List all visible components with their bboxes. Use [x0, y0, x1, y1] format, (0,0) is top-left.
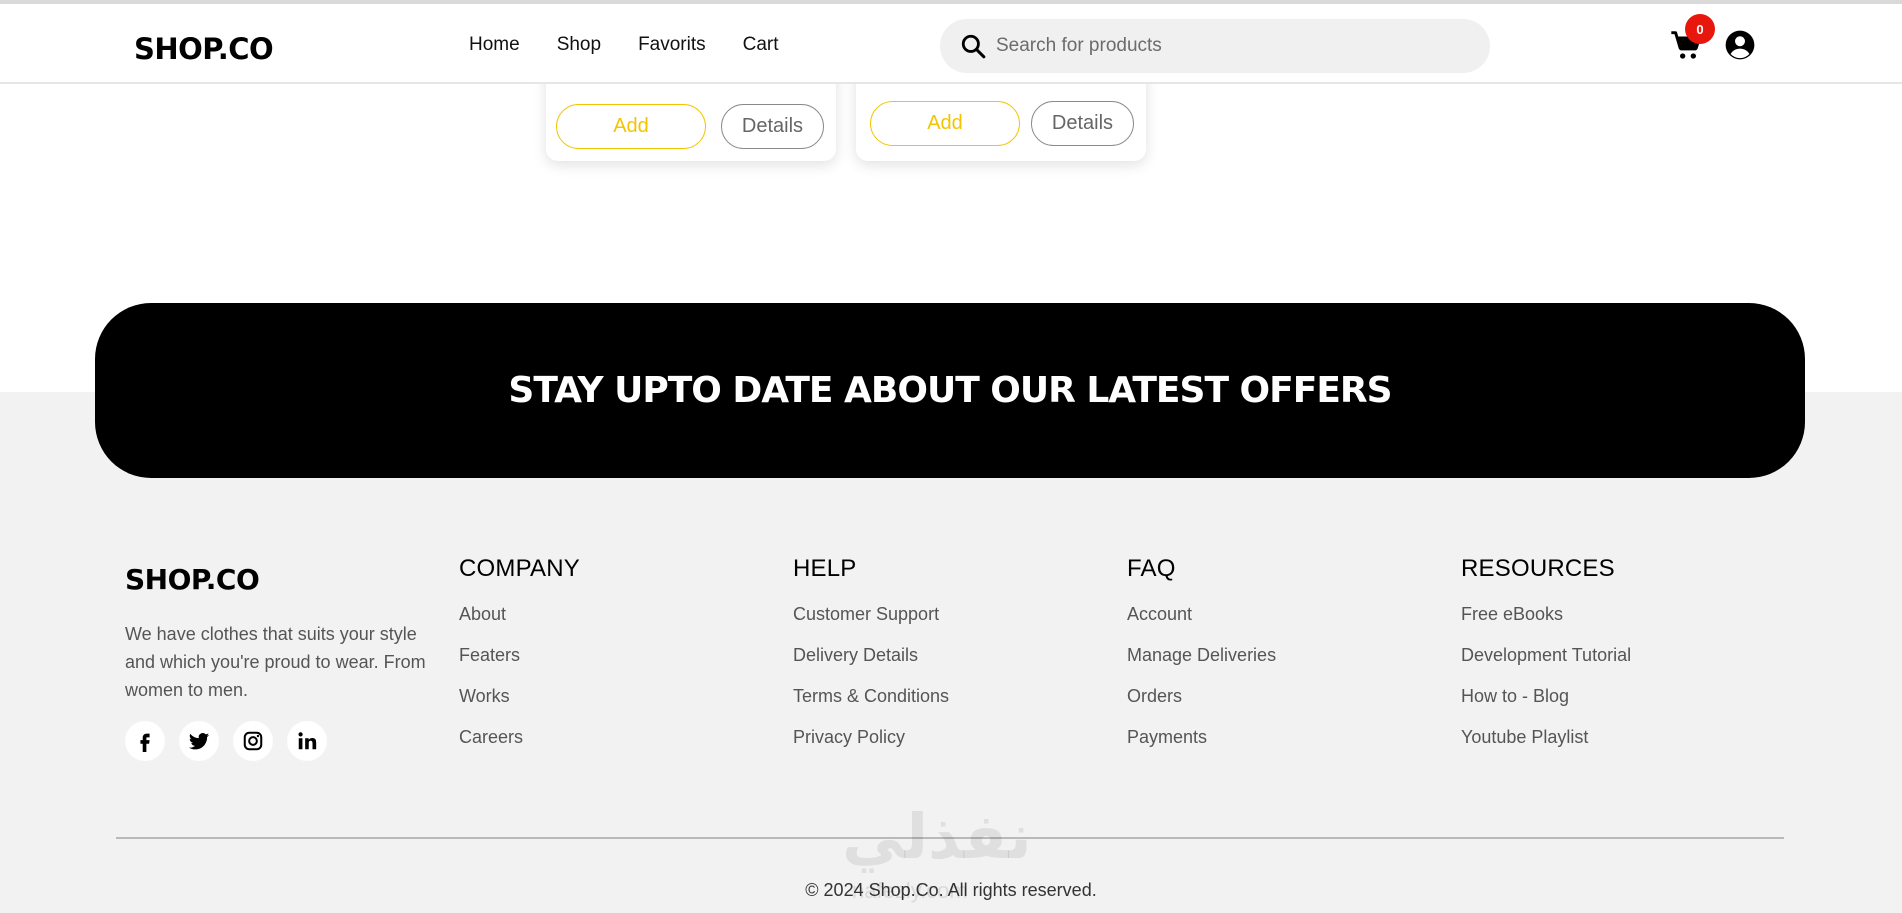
footer-link-how-to-blog[interactable]: How to - Blog: [1461, 685, 1631, 726]
site-header: SHOP.CO Home Shop Favorits Cart 0: [0, 4, 1902, 84]
instagram-icon[interactable]: [233, 721, 273, 761]
footer-link-about[interactable]: About: [459, 603, 580, 644]
search-input[interactable]: [996, 19, 1466, 73]
footer-link-customer-support[interactable]: Customer Support: [793, 603, 949, 644]
cart-count-badge: 0: [1685, 14, 1715, 44]
linkedin-icon[interactable]: [287, 721, 327, 761]
watermark-url: nafezly.com: [852, 878, 968, 903]
footer-column-title: FAQ: [1127, 555, 1176, 582]
footer-link-account[interactable]: Account: [1127, 603, 1276, 644]
social-links: [125, 721, 327, 761]
search-icon: [961, 34, 986, 59]
footer-link-manage-deliveries[interactable]: Manage Deliveries: [1127, 644, 1276, 685]
watermark-logo: نفذلي: [842, 800, 1032, 873]
details-button[interactable]: Details: [1031, 101, 1134, 146]
facebook-icon[interactable]: [125, 721, 165, 761]
details-button[interactable]: Details: [721, 104, 824, 149]
footer-link-features[interactable]: Featers: [459, 644, 580, 685]
footer-link-terms[interactable]: Terms & Conditions: [793, 685, 949, 726]
footer-column-help: HELP Customer Support Delivery Details T…: [793, 555, 949, 767]
nav-cart[interactable]: Cart: [743, 34, 779, 56]
footer-link-orders[interactable]: Orders: [1127, 685, 1276, 726]
search-bar[interactable]: [940, 19, 1490, 73]
nav-home[interactable]: Home: [469, 34, 520, 56]
newsletter-banner: STAY UPTO DATE ABOUT OUR LATEST OFFERS: [95, 303, 1805, 478]
footer-link-privacy-policy[interactable]: Privacy Policy: [793, 726, 949, 767]
newsletter-title: STAY UPTO DATE ABOUT OUR LATEST OFFERS: [508, 370, 1392, 411]
add-to-cart-button[interactable]: Add: [556, 104, 706, 149]
main-nav: Home Shop Favorits Cart: [469, 34, 779, 56]
footer-column-faq: FAQ Account Manage Deliveries Orders Pay…: [1127, 555, 1276, 767]
footer-column-company: COMPANY About Featers Works Careers: [459, 555, 580, 767]
footer-link-careers[interactable]: Careers: [459, 726, 580, 767]
footer-link-free-ebooks[interactable]: Free eBooks: [1461, 603, 1631, 644]
footer-column-title: COMPANY: [459, 555, 580, 582]
page: Add Details Add Details SHOP.CO Home Sho…: [0, 0, 1902, 913]
nav-favorites[interactable]: Favorits: [638, 34, 706, 56]
footer-link-payments[interactable]: Payments: [1127, 726, 1276, 767]
footer-column-title: RESOURCES: [1461, 555, 1615, 582]
footer-column-title: HELP: [793, 555, 857, 582]
footer-link-youtube-playlist[interactable]: Youtube Playlist: [1461, 726, 1631, 767]
add-to-cart-button[interactable]: Add: [870, 101, 1020, 146]
footer-description: We have clothes that suits your style an…: [125, 624, 426, 700]
footer-link-works[interactable]: Works: [459, 685, 580, 726]
footer-logo[interactable]: SHOP.CO: [125, 563, 260, 596]
twitter-icon[interactable]: [179, 721, 219, 761]
user-account-icon[interactable]: [1725, 30, 1755, 60]
nav-shop[interactable]: Shop: [557, 34, 601, 56]
footer-column-resources: RESOURCES Free eBooks Development Tutori…: [1461, 555, 1631, 767]
footer-link-delivery-details[interactable]: Delivery Details: [793, 644, 949, 685]
site-logo[interactable]: SHOP.CO: [134, 32, 274, 66]
footer-link-development-tutorial[interactable]: Development Tutorial: [1461, 644, 1631, 685]
